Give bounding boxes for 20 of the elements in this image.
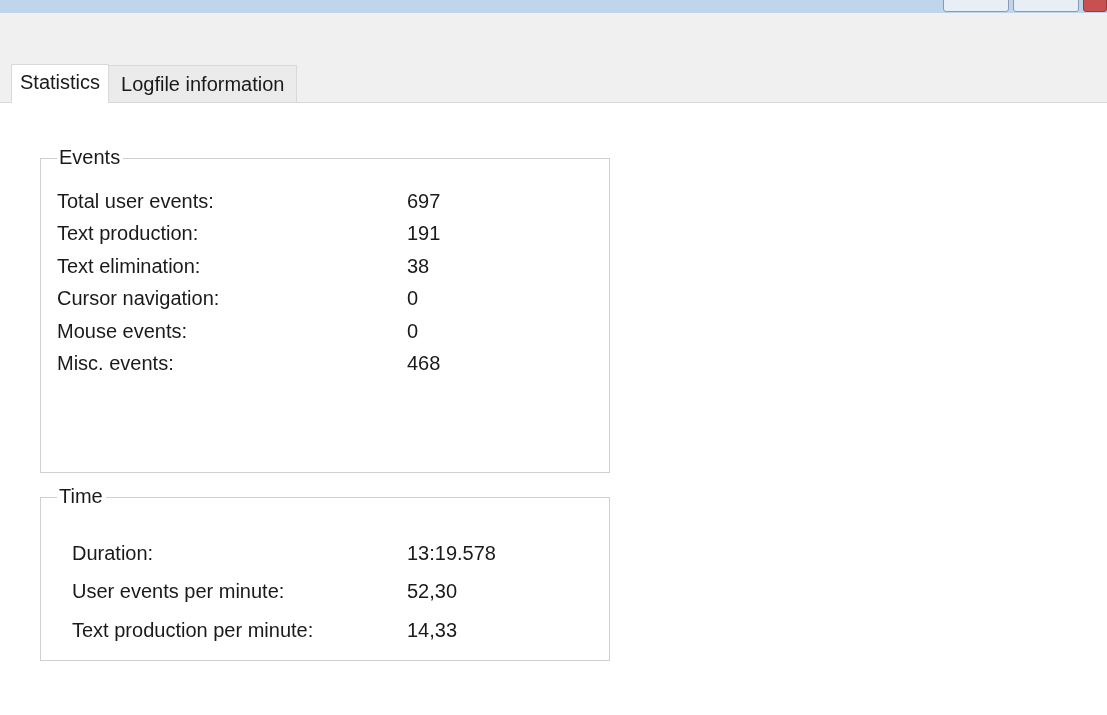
stat-value: 468 bbox=[407, 352, 441, 376]
stat-label: Mouse events: bbox=[57, 319, 189, 343]
tab[interactable]: Statistics bbox=[11, 64, 110, 103]
stat-label: Cursor navigation: bbox=[57, 287, 221, 311]
stat-value: 14,33 bbox=[407, 618, 458, 642]
stat-label: Text production per minute: bbox=[72, 618, 315, 642]
stat-value: 13:19.578 bbox=[407, 541, 496, 565]
stat-label: User events per minute: bbox=[72, 580, 286, 604]
stat-label: Misc. events: bbox=[57, 352, 175, 376]
stat-value: 191 bbox=[407, 222, 441, 246]
stat-value: 38 bbox=[407, 254, 430, 278]
stat-label: Text production: bbox=[57, 222, 200, 246]
stat-value: 0 bbox=[407, 287, 419, 311]
stat-label: Total user events: bbox=[57, 189, 215, 213]
stat-label: Text elimination: bbox=[57, 254, 202, 278]
stat-value: 697 bbox=[407, 189, 441, 213]
tab[interactable]: Logfile information bbox=[108, 65, 298, 102]
stat-value: 52,30 bbox=[407, 580, 458, 604]
stat-value: 0 bbox=[407, 319, 419, 343]
stat-label: Duration: bbox=[72, 541, 155, 565]
